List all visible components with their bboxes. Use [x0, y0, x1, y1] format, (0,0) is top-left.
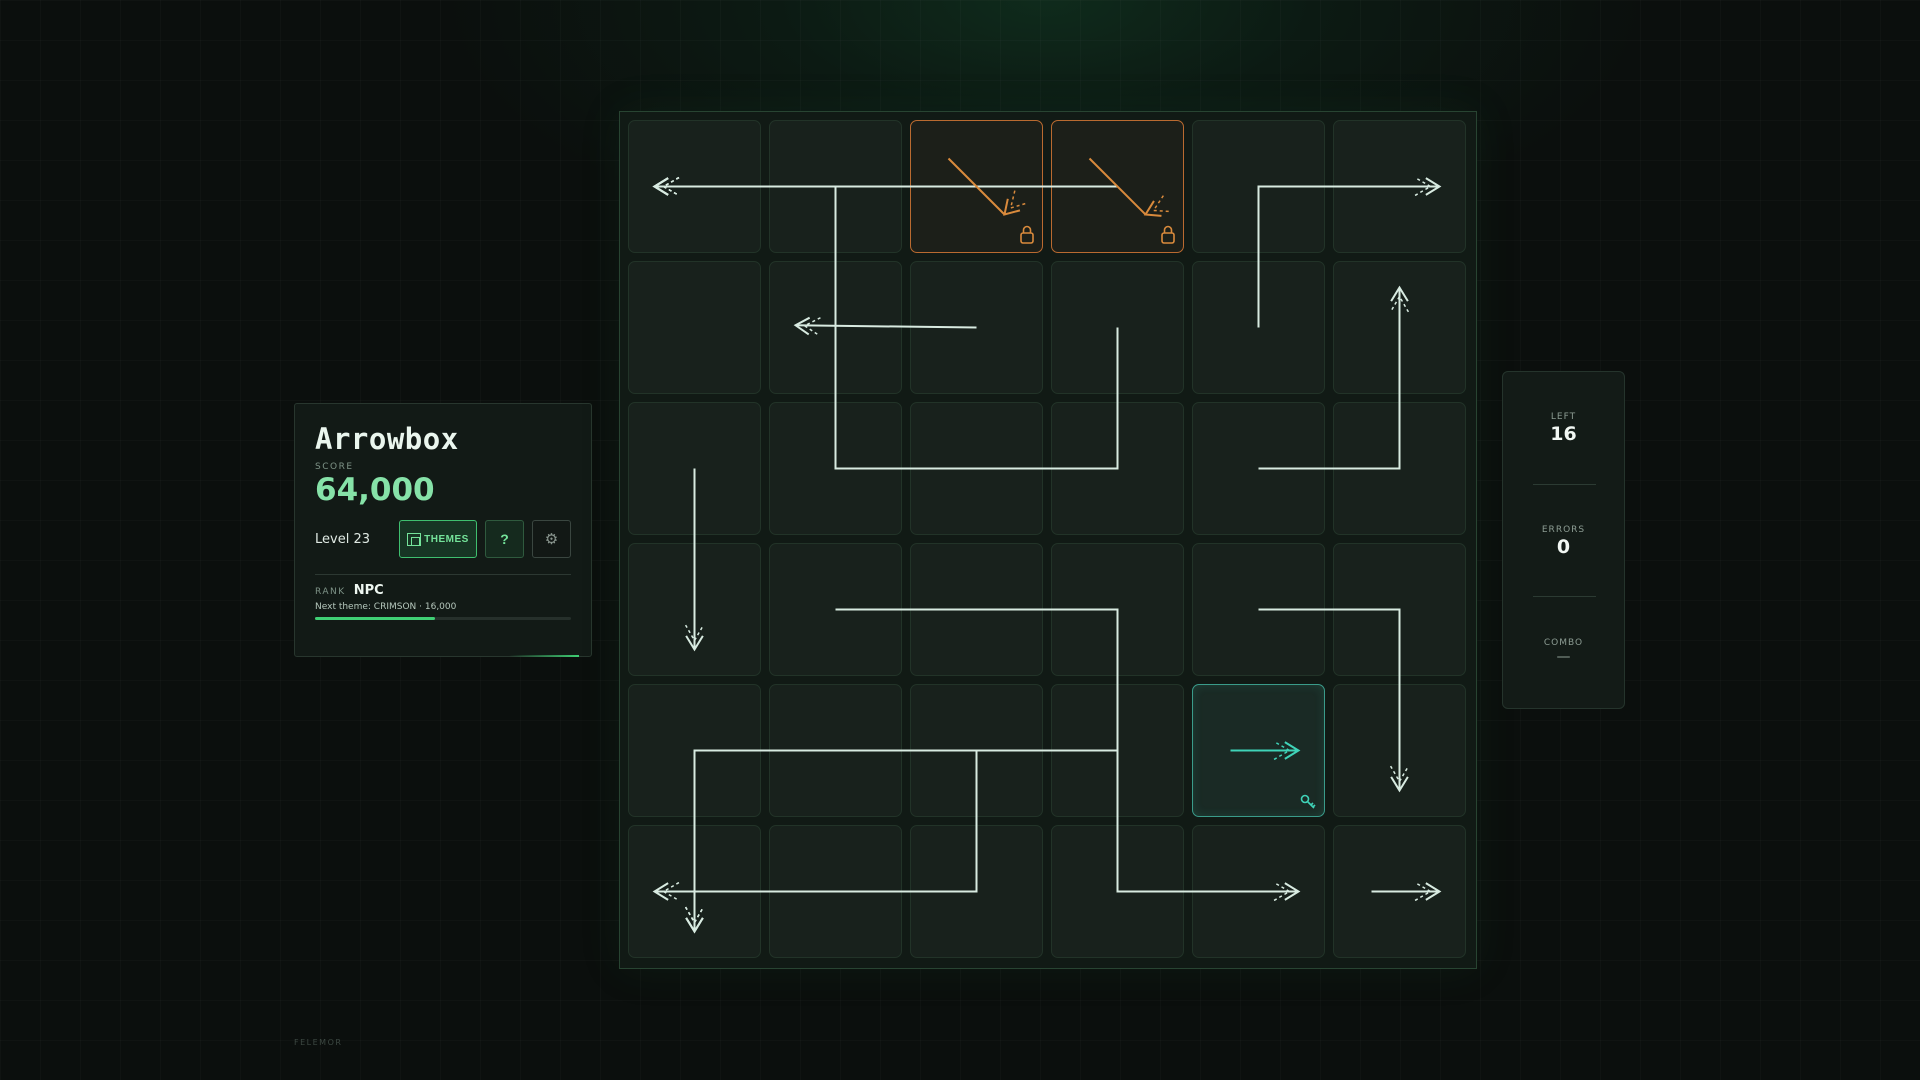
themes-label: THEMES — [424, 533, 469, 545]
arrow-head-dashed — [1152, 195, 1172, 213]
arrow-shaft — [654, 185, 1119, 470]
rank-row: RANK NPC — [315, 583, 571, 598]
combo-label: COMBO — [1543, 638, 1584, 648]
stats-panel: LEFT 16 ERRORS 0 COMBO — — [1502, 371, 1625, 709]
arrow[interactable] — [1258, 285, 1410, 470]
lock-icon — [1161, 225, 1175, 244]
arrow-shaft — [1258, 287, 1401, 470]
left-label: LEFT — [1550, 412, 1577, 422]
game-title: Arrowbox — [315, 422, 459, 456]
stat-divider — [1533, 596, 1596, 597]
errors-label: ERRORS — [1541, 525, 1586, 535]
score-label: SCORE — [315, 462, 354, 472]
info-panel: Arrowbox SCORE 64,000 Level 23 THEMES ? … — [294, 403, 592, 657]
next-theme-progress-fill — [315, 617, 436, 620]
stat-left: LEFT 16 — [1503, 412, 1624, 445]
settings-button[interactable]: ⚙ — [532, 520, 571, 558]
arrow-shaft — [693, 749, 1119, 932]
arrow[interactable] — [684, 468, 705, 652]
arrow[interactable] — [652, 750, 978, 902]
next-theme-text: Next theme: CRIMSON · 16,000 — [315, 602, 457, 612]
panel-divider — [315, 574, 571, 575]
level-indicator: Level 23 — [315, 531, 370, 547]
arrow-shaft — [654, 750, 978, 893]
arrow[interactable] — [793, 316, 977, 337]
arrow[interactable] — [1258, 608, 1410, 793]
game-board — [619, 111, 1477, 969]
arrow[interactable] — [652, 176, 1119, 470]
themes-button[interactable]: THEMES — [399, 520, 477, 558]
next-theme-progress-track — [315, 617, 571, 620]
footer-brand: FELEMOR — [294, 1038, 343, 1047]
left-value: 16 — [1550, 423, 1577, 445]
arrow[interactable] — [684, 749, 1119, 934]
stat-combo: COMBO — — [1503, 638, 1624, 665]
arrow-shaft — [795, 324, 977, 329]
arrow[interactable] — [1230, 740, 1301, 761]
stat-errors: ERRORS 0 — [1503, 525, 1624, 558]
score-value: 64,000 — [315, 472, 435, 508]
rank-value: NPC — [353, 583, 384, 598]
combo-value: — — [1556, 649, 1571, 665]
themes-icon — [407, 532, 422, 546]
arrow-shaft — [1257, 185, 1440, 328]
errors-value: 0 — [1556, 536, 1571, 558]
lock-icon — [1020, 225, 1034, 244]
arrows-layer — [652, 157, 1442, 934]
arrow[interactable] — [835, 608, 1301, 902]
help-button[interactable]: ? — [485, 520, 524, 558]
gear-icon: ⚙ — [544, 531, 559, 548]
rank-label: RANK — [315, 587, 346, 597]
panel-glow-accent — [509, 655, 579, 657]
arrow-head-dashed — [1009, 190, 1028, 210]
stat-divider — [1533, 484, 1596, 485]
arrow[interactable] — [1257, 176, 1442, 328]
arrow-shaft — [1258, 608, 1401, 791]
key-icon — [1300, 794, 1316, 809]
controls-row: Level 23 THEMES ? ⚙ — [315, 520, 571, 558]
arrow[interactable] — [1371, 881, 1442, 902]
